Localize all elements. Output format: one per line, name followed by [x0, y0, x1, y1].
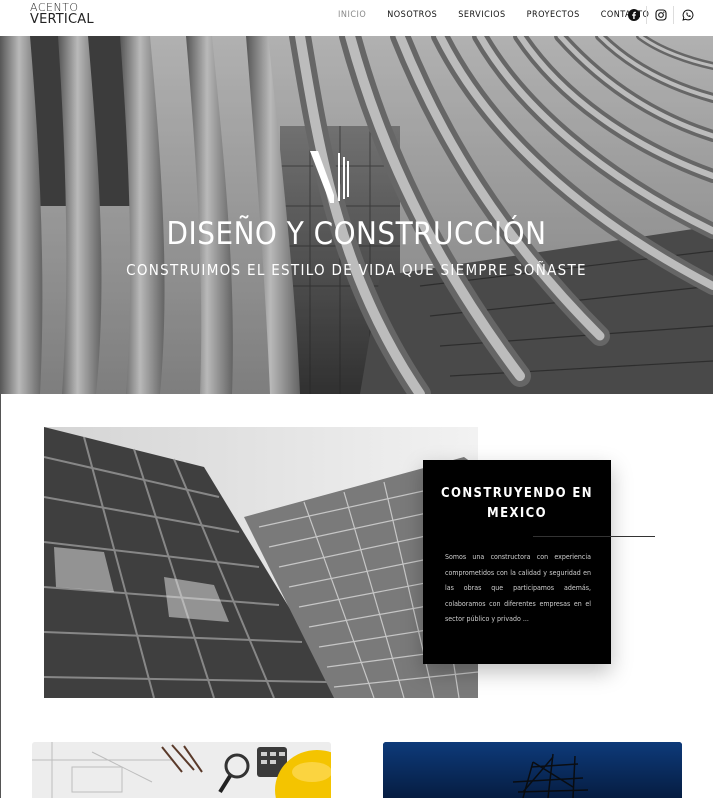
brand-logo[interactable]: ACENTO VERTICAL — [30, 2, 94, 32]
top-navbar: ACENTO VERTICAL INICIO NOSOTROS SERVICIO… — [0, 0, 713, 36]
hero-title: DISEÑO Y CONSTRUCCIÓN — [166, 216, 547, 252]
social-divider — [673, 6, 674, 24]
hero-subtitle: CONSTRUIMOS EL ESTILO DE VIDA QUE SIEMPR… — [126, 261, 587, 279]
building-photo — [44, 427, 478, 698]
about-text: Somos una constructora con experiencia c… — [445, 553, 591, 623]
hero-banner: DISEÑO Y CONSTRUCCIÓN CONSTRUIMOS EL EST… — [0, 36, 713, 394]
social-links — [620, 6, 696, 24]
instagram-icon[interactable] — [653, 7, 669, 23]
nav-item-inicio[interactable]: INICIO — [338, 10, 366, 20]
night-scaffolding-photo — [383, 742, 682, 798]
brand-v-mark-icon — [310, 151, 349, 203]
whatsapp-icon[interactable] — [680, 7, 696, 23]
nav-item-servicios[interactable]: SERVICIOS — [458, 10, 505, 20]
social-divider — [646, 6, 647, 24]
service-card-planning[interactable] — [32, 742, 331, 798]
logo-line-2: VERTICAL — [30, 12, 94, 27]
hero-architecture-image — [0, 36, 713, 394]
nav-item-proyectos[interactable]: PROYECTOS — [527, 10, 580, 20]
about-divider — [533, 536, 655, 537]
service-card-construction[interactable] — [383, 742, 682, 798]
blueprint-tools-photo — [32, 742, 331, 798]
about-card: CONSTRUYENDO EN MEXICO Somos una constru… — [423, 460, 655, 664]
about-heading: CONSTRUYENDO EN MEXICO — [441, 486, 593, 521]
facebook-icon[interactable] — [626, 7, 642, 23]
nav-item-nosotros[interactable]: NOSOTROS — [387, 10, 437, 20]
